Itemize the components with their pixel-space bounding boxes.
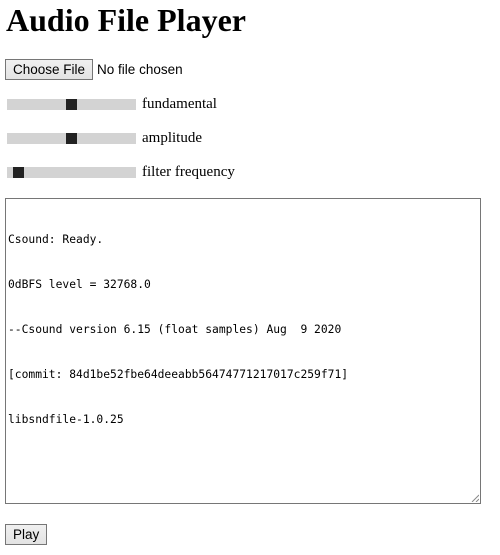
slider-amplitude[interactable]: amplitude — [7, 128, 202, 148]
slider-label: filter frequency — [142, 163, 235, 180]
file-input[interactable]: Choose File No file chosen — [5, 59, 183, 80]
slider-track[interactable] — [7, 166, 136, 178]
slider-track[interactable] — [7, 98, 136, 110]
choose-file-button[interactable]: Choose File — [5, 59, 94, 80]
slider-track[interactable] — [7, 132, 136, 144]
console-output[interactable]: Csound: Ready. 0dBFS level = 32768.0 --C… — [5, 198, 481, 504]
console-line: 0dBFS level = 32768.0 — [8, 278, 151, 291]
console-line: --Csound version 6.15 (float samples) Au… — [8, 323, 342, 336]
slider-thumb[interactable] — [66, 132, 77, 144]
slider-label: amplitude — [142, 129, 202, 146]
page-title: Audio File Player — [6, 2, 246, 38]
play-button[interactable]: Play — [5, 524, 48, 545]
resize-handle-icon[interactable] — [471, 494, 479, 502]
console-line: libsndfile-1.0.25 — [8, 413, 124, 426]
slider-fundamental[interactable]: fundamental — [7, 94, 217, 114]
file-status: No file chosen — [97, 62, 183, 77]
slider-thumb[interactable] — [66, 98, 77, 110]
slider-thumb[interactable] — [13, 166, 24, 178]
console-line: Csound: Ready. — [8, 233, 104, 246]
slider-label: fundamental — [142, 95, 217, 112]
console-line: [commit: 84d1be52fbe64deeabb564747712170… — [8, 368, 349, 381]
slider-filter-frequency[interactable]: filter frequency — [7, 162, 235, 182]
